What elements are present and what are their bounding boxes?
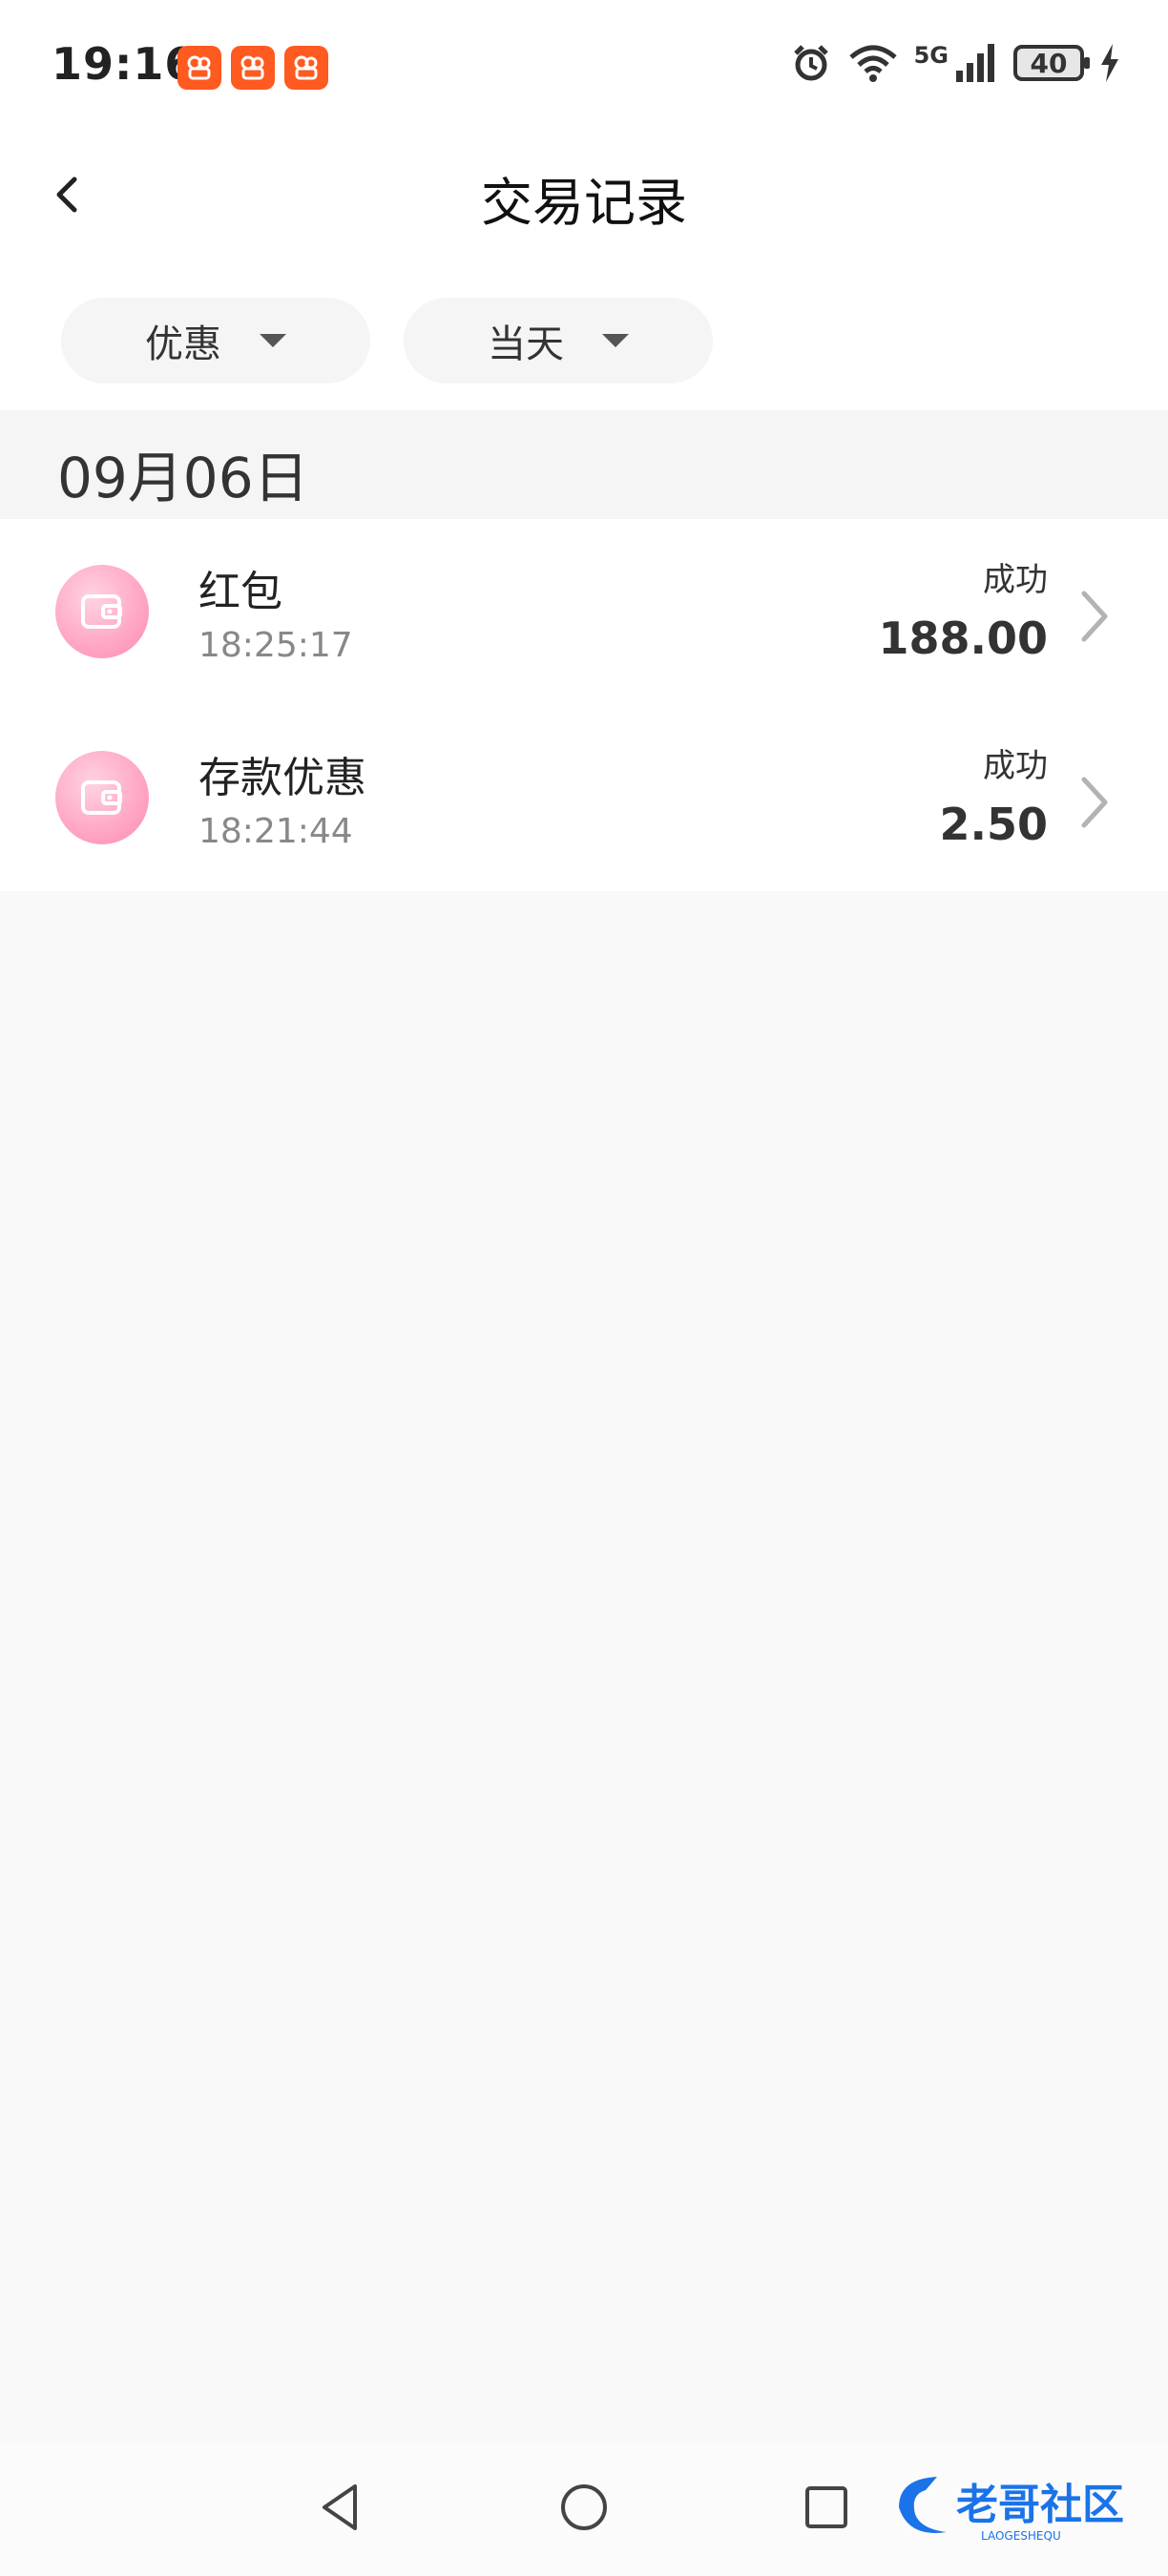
navigation-header: 交易记录 — [0, 134, 1168, 258]
transaction-records-screen: 19:16 5G 40 交易记录 优惠 当天 09月06日 红包 18:25:1… — [0, 0, 1168, 2576]
signal-icon — [956, 44, 994, 82]
network-type-label: 5G — [913, 42, 949, 69]
chevron-right-icon — [1081, 591, 1108, 642]
caret-down-icon — [260, 334, 286, 347]
watermark-text: 老哥社区 — [956, 2481, 1124, 2529]
transaction-name: 红包 — [198, 568, 282, 616]
notification-badges — [177, 46, 328, 90]
transaction-time: 18:25:17 — [198, 626, 353, 665]
transaction-status: 成功 — [983, 747, 1048, 785]
transaction-time: 18:21:44 — [198, 812, 353, 851]
transaction-row[interactable]: 存款优惠 18:21:44 成功 2.50 — [0, 705, 1168, 891]
status-bar: 19:16 5G 40 — [0, 0, 1168, 134]
battery-level: 40 — [1030, 47, 1068, 79]
nav-home-button[interactable] — [546, 2469, 622, 2545]
status-indicators: 5G 40 — [790, 42, 1120, 84]
app-badge-icon — [177, 46, 221, 90]
wallet-icon — [55, 565, 149, 658]
transaction-row[interactable]: 红包 18:25:17 成功 188.00 — [0, 519, 1168, 705]
filter-date-dropdown[interactable]: 当天 — [404, 298, 713, 384]
transaction-list: 红包 18:25:17 成功 188.00 存款优惠 18:21:44 成功 2… — [0, 519, 1168, 891]
triangle-back-icon — [323, 2484, 357, 2530]
chevron-right-icon — [1081, 777, 1108, 828]
filter-type-dropdown[interactable]: 优惠 — [61, 298, 370, 384]
alarm-icon — [793, 45, 828, 81]
transaction-name: 存款优惠 — [198, 754, 366, 802]
transaction-amount: 188.00 — [878, 613, 1048, 664]
watermark-logo: 老哥社区 LAOGESHEQU — [899, 2477, 1124, 2543]
battery-indicator: 40 — [1013, 45, 1090, 81]
transaction-amount: 2.50 — [939, 799, 1049, 850]
page-title: 交易记录 — [481, 173, 687, 233]
circle-home-icon — [561, 2484, 607, 2530]
app-badge-icon — [284, 46, 328, 90]
nav-recents-button[interactable] — [788, 2469, 865, 2545]
filter-type-label: 优惠 — [145, 322, 221, 366]
wallet-icon — [55, 751, 149, 844]
charging-icon — [1101, 44, 1118, 82]
filter-date-label: 当天 — [488, 322, 564, 366]
nav-back-button[interactable] — [303, 2469, 380, 2545]
date-label: 09月06日 — [57, 446, 309, 510]
square-recents-icon — [805, 2486, 847, 2528]
app-badge-icon — [231, 46, 275, 90]
watermark-subtext: LAOGESHEQU — [981, 2529, 1061, 2543]
transaction-status: 成功 — [983, 561, 1048, 599]
filter-bar: 优惠 当天 — [0, 258, 1168, 410]
status-time: 19:16 — [52, 38, 197, 90]
wifi-icon — [848, 45, 897, 82]
date-section-header: 09月06日 — [0, 410, 1168, 519]
caret-down-icon — [602, 334, 629, 347]
